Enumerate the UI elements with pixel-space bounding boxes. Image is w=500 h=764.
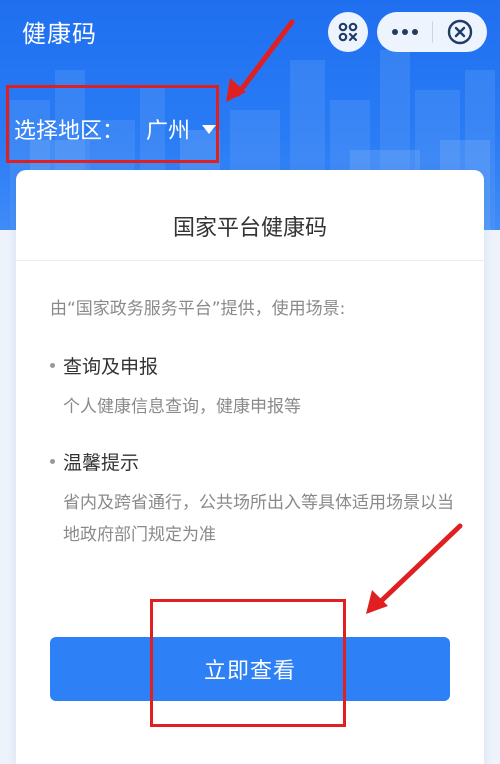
section-desc: 个人健康信息查询，健康申报等 [63, 397, 301, 417]
section-title: 查询及申报 [63, 356, 159, 378]
annotation-box-button [150, 599, 346, 727]
scan-code-icon [338, 22, 358, 42]
section-query: 查询及申报 个人健康信息查询，健康申报等 [50, 352, 470, 423]
card-title: 国家平台健康码 [172, 216, 327, 241]
section-desc: 省内及跨省通行，公共场所出入等具体适用场景以当地政府部门规定为准 [63, 493, 454, 545]
more-button[interactable] [377, 12, 432, 52]
bullet-icon [50, 459, 55, 464]
card-intro: 由“国家政务服务平台”提供，使用场景: [50, 299, 346, 319]
scan-button[interactable] [328, 12, 368, 52]
mini-program-capsule [377, 12, 487, 52]
section-tips: 温馨提示 省内及跨省通行，公共场所出入等具体适用场景以当地政府部门规定为准 [50, 448, 470, 551]
card-divider [16, 260, 484, 261]
close-button[interactable] [433, 12, 487, 52]
section-title: 温馨提示 [63, 452, 140, 474]
bullet-icon [50, 363, 55, 368]
more-dots-icon [391, 29, 418, 35]
page-title: 健康码 [22, 20, 97, 48]
close-circle-icon [447, 19, 473, 45]
annotation-box-region [6, 85, 219, 163]
